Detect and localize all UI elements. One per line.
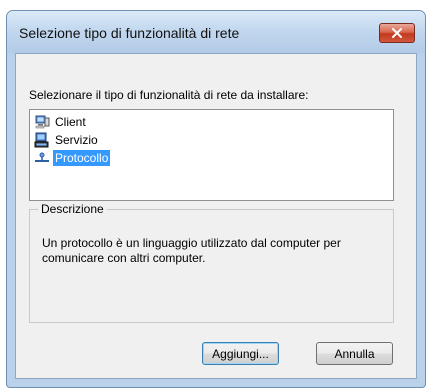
dialog-title: Selezione tipo di funzionalità di rete (19, 25, 240, 41)
list-item-service[interactable]: Servizio (34, 131, 100, 149)
instruction-label: Selezionare il tipo di funzionalità di r… (29, 88, 309, 102)
description-group: Descrizione Un protocollo è un linguaggi… (29, 202, 394, 323)
dialog-body: Selezionare il tipo di funzionalità di r… (15, 53, 417, 379)
description-text: Un protocollo è un linguaggio utilizzato… (42, 236, 341, 265)
cancel-button[interactable]: Annulla (316, 342, 393, 365)
list-item-label: Client (55, 115, 86, 129)
client-icon (35, 115, 50, 129)
description-title: Descrizione (38, 202, 107, 216)
close-button[interactable] (379, 23, 415, 43)
feature-type-list[interactable]: Client Servizio Protocollo (29, 109, 394, 201)
add-button[interactable]: Aggiungi... (202, 342, 279, 365)
list-item-client[interactable]: Client (34, 113, 88, 131)
title-bar[interactable]: Selezione tipo di funzionalità di rete (7, 11, 425, 53)
protocol-icon (35, 152, 49, 162)
list-item-protocol[interactable]: Protocollo (34, 149, 111, 167)
service-icon (34, 132, 49, 148)
list-item-label: Servizio (55, 133, 98, 147)
list-item-label: Protocollo (53, 150, 111, 166)
dialog-window: Selezione tipo di funzionalità di rete S… (6, 10, 426, 388)
close-icon (392, 28, 402, 38)
